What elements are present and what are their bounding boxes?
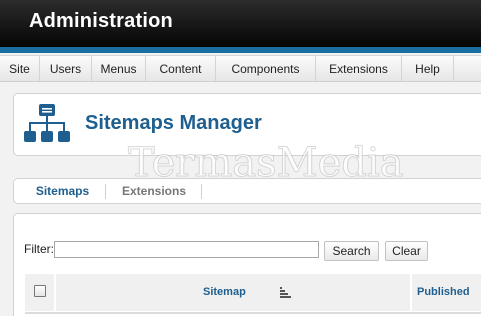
filter-label: Filter:: [24, 242, 54, 256]
menu-item-components[interactable]: Components: [216, 56, 316, 81]
page-header-panel: Sitemaps Manager: [13, 93, 481, 156]
menu-item-content[interactable]: Content: [146, 56, 216, 81]
select-all-cell: [25, 274, 55, 311]
header-accent-bar: [0, 47, 481, 53]
page-title: Sitemaps Manager: [85, 112, 262, 134]
menu-item-site[interactable]: Site: [0, 56, 40, 81]
tab-bar: Sitemaps Extensions: [13, 178, 481, 204]
menu-item-menus[interactable]: Menus: [92, 56, 146, 81]
admin-header: Administration: [0, 0, 481, 47]
table-header: Sitemap Published: [25, 274, 481, 311]
tab-divider: [201, 184, 202, 199]
menu-item-extensions[interactable]: Extensions: [316, 56, 402, 81]
column-published-label[interactable]: Published: [417, 286, 470, 298]
clear-button[interactable]: Clear: [385, 241, 428, 261]
admin-title: Administration: [29, 10, 173, 32]
column-published: Published: [412, 274, 481, 311]
column-sitemap-label[interactable]: Sitemap: [203, 286, 246, 298]
table-divider: [25, 312, 481, 314]
column-sitemap: Sitemap: [56, 274, 411, 311]
menu-item-help[interactable]: Help: [402, 56, 454, 81]
search-button[interactable]: Search: [324, 241, 379, 261]
sitemaps-content: Filter: Search Clear Sitemap Published: [13, 213, 481, 316]
menu-item-users[interactable]: Users: [40, 56, 92, 81]
main-menu: Site Users Menus Content Components Extension…: [0, 55, 481, 82]
tab-extensions[interactable]: Extensions: [122, 184, 186, 199]
sitemap-icon: [24, 104, 70, 142]
select-all-checkbox[interactable]: [34, 285, 46, 297]
tab-sitemaps[interactable]: Sitemaps: [20, 184, 106, 199]
filter-input[interactable]: [54, 241, 319, 258]
sort-ascending-icon[interactable]: [280, 286, 292, 298]
